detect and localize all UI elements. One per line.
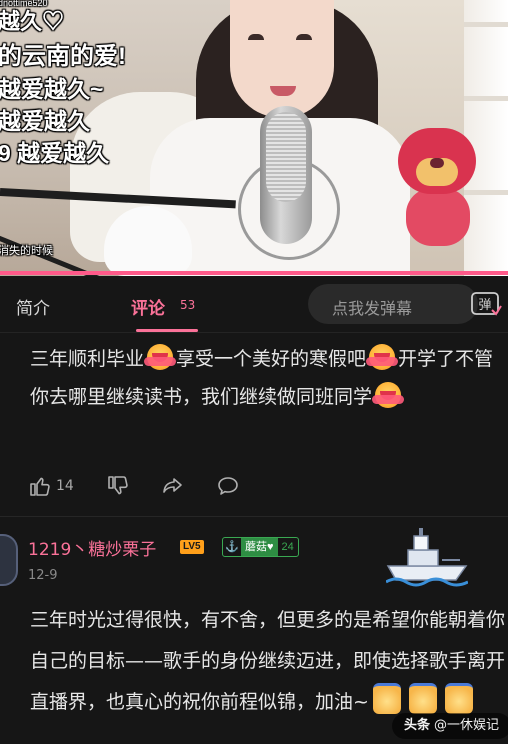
comments-count: 53 bbox=[180, 298, 196, 312]
cheer-emoji-icon bbox=[408, 683, 437, 714]
danmaku-line-1: 越久♡ bbox=[0, 9, 65, 34]
share-button[interactable] bbox=[160, 474, 186, 500]
watermark: 头条 @一休娱记 bbox=[392, 713, 508, 739]
share-icon bbox=[163, 478, 182, 493]
level-badge: LV5 bbox=[180, 540, 204, 554]
comment-2-username[interactable]: 1219丶糖炒栗子 bbox=[28, 535, 156, 560]
ship-decoration-icon bbox=[386, 528, 468, 587]
cheer-emoji-icon bbox=[372, 683, 401, 714]
danmaku-toggle-button[interactable]: 弹 bbox=[470, 290, 502, 318]
hug-emoji-icon bbox=[372, 382, 405, 408]
thumbs-down-icon bbox=[108, 476, 128, 495]
anchor-icon: ⚓ bbox=[225, 541, 239, 553]
comment-2-date: 12-9 bbox=[28, 568, 58, 583]
danmaku-input-placeholder: 点我发弹幕 bbox=[332, 299, 413, 318]
watermark-author: @一休娱记 bbox=[434, 718, 500, 733]
tab-comments[interactable]: 评论 bbox=[131, 294, 165, 319]
video-progress-bar[interactable] bbox=[0, 271, 508, 275]
hug-emoji-icon bbox=[144, 344, 177, 370]
danmaku-line-2: 的云南的爱! bbox=[0, 43, 126, 70]
streamer-face bbox=[230, 0, 334, 118]
danmaku-small: 消失的时候 bbox=[0, 245, 53, 257]
hug-emoji-icon bbox=[366, 344, 399, 370]
active-tab-indicator bbox=[136, 329, 198, 332]
danmaku-toggle-label: 弹 bbox=[478, 298, 491, 313]
comment-bubble-icon bbox=[218, 477, 238, 495]
video-progress-fill bbox=[0, 271, 508, 275]
comment-1-text-part-1: 三年顺利毕业 bbox=[30, 348, 145, 370]
fan-medal-name: 蘑菇♥ bbox=[241, 538, 278, 556]
like-count: 14 bbox=[56, 478, 74, 494]
dislike-button[interactable] bbox=[106, 474, 132, 500]
microphone bbox=[260, 106, 312, 244]
comment-1-text-part-2: 享受一个美好的寒假吧 bbox=[176, 348, 367, 370]
tab-bar: 简介 评论 53 点我发弹幕 弹 bbox=[0, 276, 508, 333]
tab-intro[interactable]: 简介 bbox=[16, 294, 50, 319]
thumbs-up-icon bbox=[30, 477, 50, 496]
watermark-brand: 头条 bbox=[404, 718, 431, 733]
danmaku-line-3: 越爱越久~ bbox=[0, 76, 104, 102]
comment-divider bbox=[0, 516, 508, 517]
avatar[interactable] bbox=[0, 534, 18, 586]
danmaku-toggle-icon: 弹 bbox=[471, 292, 502, 316]
danmaku-line-5: 9 越爱越久 bbox=[0, 140, 110, 166]
reply-button[interactable] bbox=[216, 474, 242, 500]
danmaku-line-4: 越爱越久 bbox=[0, 108, 90, 134]
danmaku-input[interactable]: 点我发弹幕 bbox=[308, 284, 478, 324]
comment-1-text: 三年顺利毕业 享受一个美好的寒假吧 开学了不管你去哪里继续读书，我们继续做同班同学 bbox=[30, 340, 496, 416]
fan-medal-level: 24 bbox=[281, 541, 294, 553]
like-button[interactable]: 14 bbox=[28, 474, 84, 500]
video-player[interactable]: dnottime520 越久♡ 的云南的爱! 越爱越久~ 越爱越久 9 越爱越久… bbox=[0, 0, 508, 276]
cheer-emoji-icon bbox=[444, 683, 473, 714]
plush-toy bbox=[392, 128, 484, 246]
comment-2-text: 三年时光过得很快，有不舍，但更多的是希望你能朝着你自己的目标——歌手的身份继续迈… bbox=[30, 600, 508, 723]
fan-medal-badge[interactable]: ⚓ 蘑菇♥ 24 bbox=[222, 537, 299, 557]
